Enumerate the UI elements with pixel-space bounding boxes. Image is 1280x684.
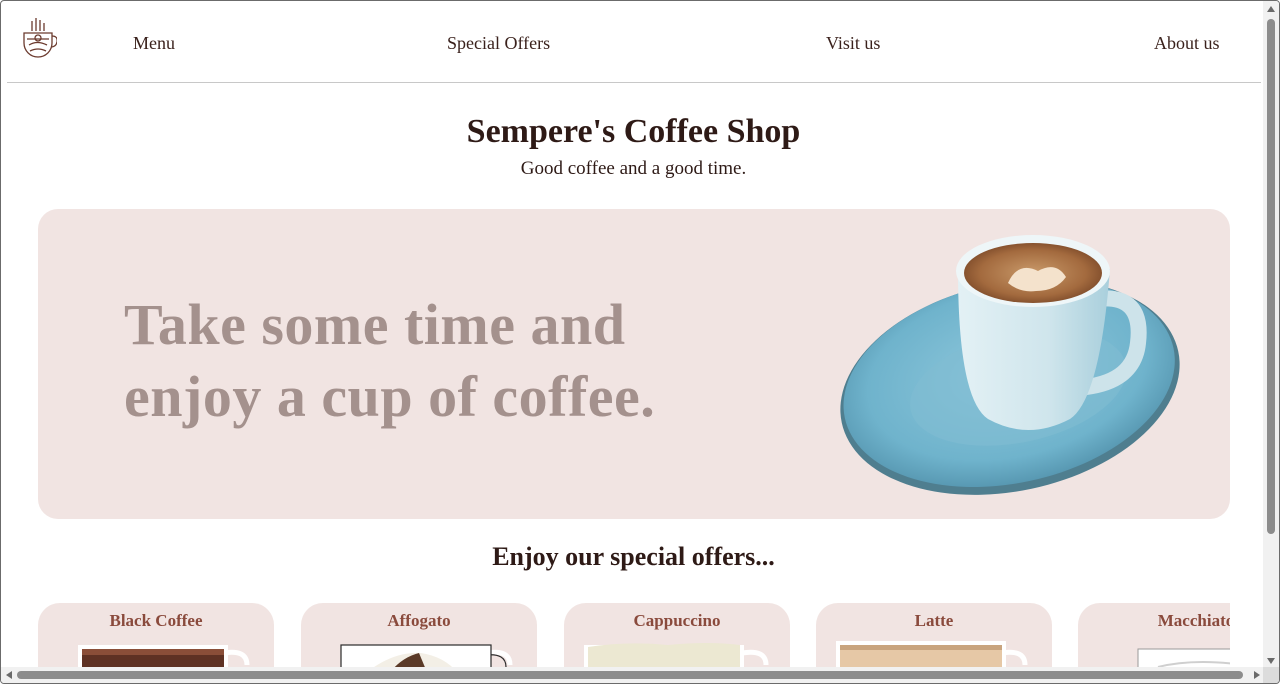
nav-menu-link[interactable]: Menu [133, 33, 175, 54]
offer-card-cappuccino[interactable]: Cappuccino [564, 603, 790, 673]
offers-heading: Enjoy our special offers... [492, 542, 775, 571]
scrollbar-corner [1263, 667, 1279, 683]
nav-special-offers-link[interactable]: Special Offers [447, 33, 550, 54]
offers-carousel[interactable]: Black Coffee Affogato Cappuccino Latte M… [38, 603, 1230, 673]
offer-card-affogato[interactable]: Affogato [301, 603, 537, 673]
site-title: Sempere's Coffee Shop [466, 113, 801, 150]
hero-line-2: enjoy a cup of coffee. [124, 364, 656, 429]
offer-card-title: Black Coffee [109, 611, 203, 630]
offer-card-title: Latte [914, 611, 954, 630]
coffee-cup-logo-icon[interactable] [19, 17, 57, 67]
horizontal-scrollbar[interactable] [1, 667, 1265, 683]
hero-headline: Take some time and enjoy a cup of coffee… [124, 289, 764, 433]
browser-viewport: Menu Special Offers Visit us About us Se… [0, 0, 1280, 684]
hero-line-1: Take some time and [124, 292, 626, 357]
scroll-left-arrow-icon[interactable] [6, 671, 12, 679]
offer-card-latte[interactable]: Latte [816, 603, 1052, 673]
offer-card-black-coffee[interactable]: Black Coffee [38, 603, 274, 673]
vertical-scrollbar[interactable] [1263, 1, 1279, 669]
offer-card-title: Macchiato [1157, 611, 1230, 630]
offer-card-title: Cappuccino [633, 611, 721, 630]
coffee-cup-saucer-icon [840, 235, 1180, 495]
scroll-down-arrow-icon[interactable] [1267, 658, 1275, 664]
hero-banner: Take some time and enjoy a cup of coffee… [38, 209, 1230, 519]
site-tagline: Good coffee and a good time. [520, 158, 747, 179]
horizontal-scroll-thumb[interactable] [17, 671, 1243, 679]
nav-visit-us-link[interactable]: Visit us [826, 33, 880, 54]
scroll-up-arrow-icon[interactable] [1267, 6, 1275, 12]
offer-card-macchiato[interactable]: Macchiato [1078, 603, 1230, 673]
vertical-scroll-thumb[interactable] [1267, 19, 1275, 534]
top-navigation: Menu Special Offers Visit us About us [7, 3, 1261, 83]
nav-about-us-link[interactable]: About us [1154, 33, 1220, 54]
scroll-right-arrow-icon[interactable] [1254, 671, 1260, 679]
offer-card-title: Affogato [387, 611, 451, 630]
